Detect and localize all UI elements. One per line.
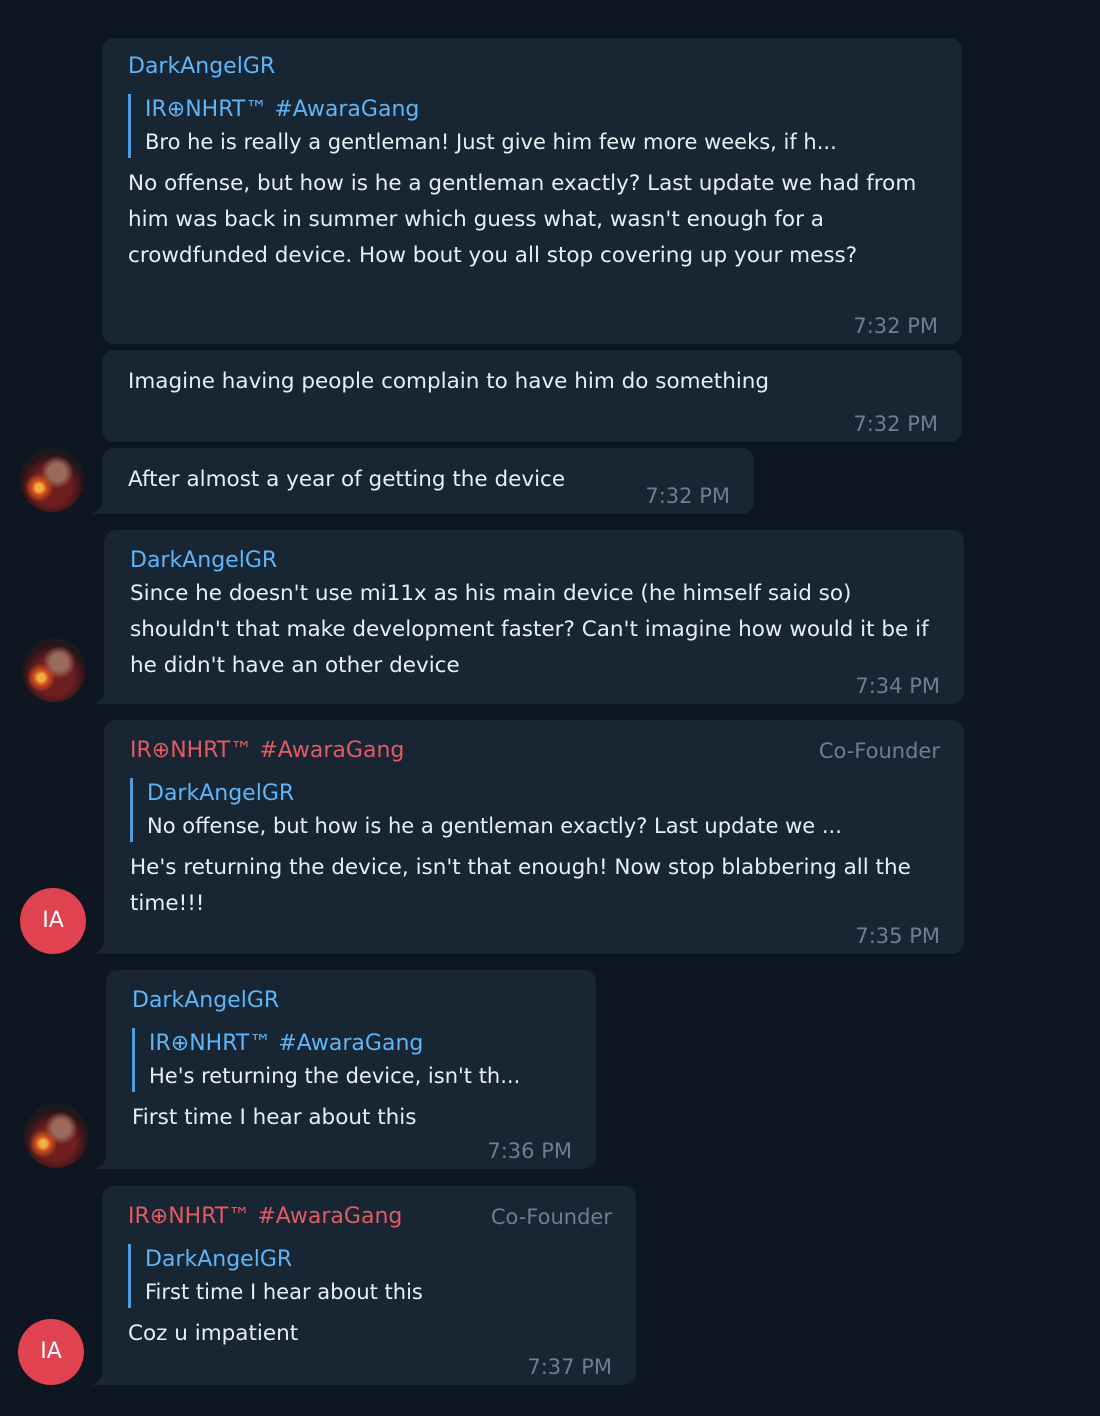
reply-author: DarkAngelGR <box>147 781 295 806</box>
user-avatar-initials[interactable]: IA <box>20 888 86 954</box>
reply-quote[interactable]: DarkAngelGR First time I hear about this <box>128 1244 612 1308</box>
user-avatar-photo-icon[interactable] <box>20 448 84 512</box>
reply-quote[interactable]: DarkAngelGR No offense, but how is he a … <box>130 778 940 842</box>
message-bubble[interactable]: IR⊕NHRT™ #AwaraGang Co-Founder DarkAngel… <box>88 1186 636 1385</box>
sender-name[interactable]: DarkAngelGR <box>132 986 572 1016</box>
sender-name[interactable]: IR⊕NHRT™ #AwaraGang Co-Founder <box>128 1202 612 1232</box>
message-bubble[interactable]: Imagine having people complain to have h… <box>102 350 962 442</box>
sender-name[interactable]: IR⊕NHRT™ #AwaraGang Co-Founder <box>130 736 940 766</box>
message-text: Since he doesn't use mi11x as his main d… <box>130 581 929 678</box>
message-bubble[interactable]: DarkAngelGR IR⊕NHRT™ #AwaraGang He's ret… <box>92 970 596 1169</box>
sender-name[interactable]: DarkAngelGR <box>128 52 938 82</box>
message-text: No offense, but how is he a gentleman ex… <box>128 171 917 268</box>
reply-author: IR⊕NHRT™ #AwaraGang <box>145 97 420 122</box>
reply-snippet: Bro he is really a gentleman! Just give … <box>145 130 837 154</box>
reply-snippet: No offense, but how is he a gentleman ex… <box>147 814 842 838</box>
message-text: After almost a year of getting the devic… <box>128 467 566 492</box>
reply-quote[interactable]: IR⊕NHRT™ #AwaraGang He's returning the d… <box>132 1028 572 1092</box>
message-time: 7:35 PM <box>855 924 940 948</box>
message-time: 7:32 PM <box>645 484 730 508</box>
reply-author: IR⊕NHRT™ #AwaraGang <box>149 1031 424 1056</box>
sender-name[interactable]: DarkAngelGR <box>130 546 940 576</box>
message-time: 7:37 PM <box>527 1355 612 1379</box>
user-avatar-photo-icon[interactable] <box>24 1104 88 1168</box>
user-avatar-photo-icon[interactable] <box>22 638 86 702</box>
message-bubble[interactable]: IR⊕NHRT™ #AwaraGang Co-Founder DarkAngel… <box>90 720 964 954</box>
message-time: 7:34 PM <box>855 674 940 698</box>
reply-quote[interactable]: IR⊕NHRT™ #AwaraGang Bro he is really a g… <box>128 94 938 158</box>
message-time: 7:32 PM <box>853 314 938 338</box>
role-badge: Co-Founder <box>490 1205 612 1229</box>
chat-history: DarkAngelGR IR⊕NHRT™ #AwaraGang Bro he i… <box>0 0 1100 1416</box>
message-text: Coz u impatient <box>128 1321 299 1346</box>
message-text: Imagine having people complain to have h… <box>128 369 770 394</box>
message-text: First time I hear about this <box>132 1105 417 1130</box>
message-bubble[interactable]: DarkAngelGR Since he doesn't use mi11x a… <box>90 530 964 704</box>
message-text: He's returning the device, isn't that en… <box>130 855 911 916</box>
role-badge: Co-Founder <box>818 739 940 763</box>
reply-snippet: He's returning the device, isn't th... <box>149 1064 521 1088</box>
reply-author: DarkAngelGR <box>145 1247 293 1272</box>
message-bubble[interactable]: DarkAngelGR IR⊕NHRT™ #AwaraGang Bro he i… <box>102 38 962 344</box>
user-avatar-initials[interactable]: IA <box>18 1319 84 1385</box>
message-bubble[interactable]: After almost a year of getting the devic… <box>88 448 754 514</box>
reply-snippet: First time I hear about this <box>145 1280 423 1304</box>
message-time: 7:32 PM <box>853 412 938 436</box>
message-time: 7:36 PM <box>487 1139 572 1163</box>
